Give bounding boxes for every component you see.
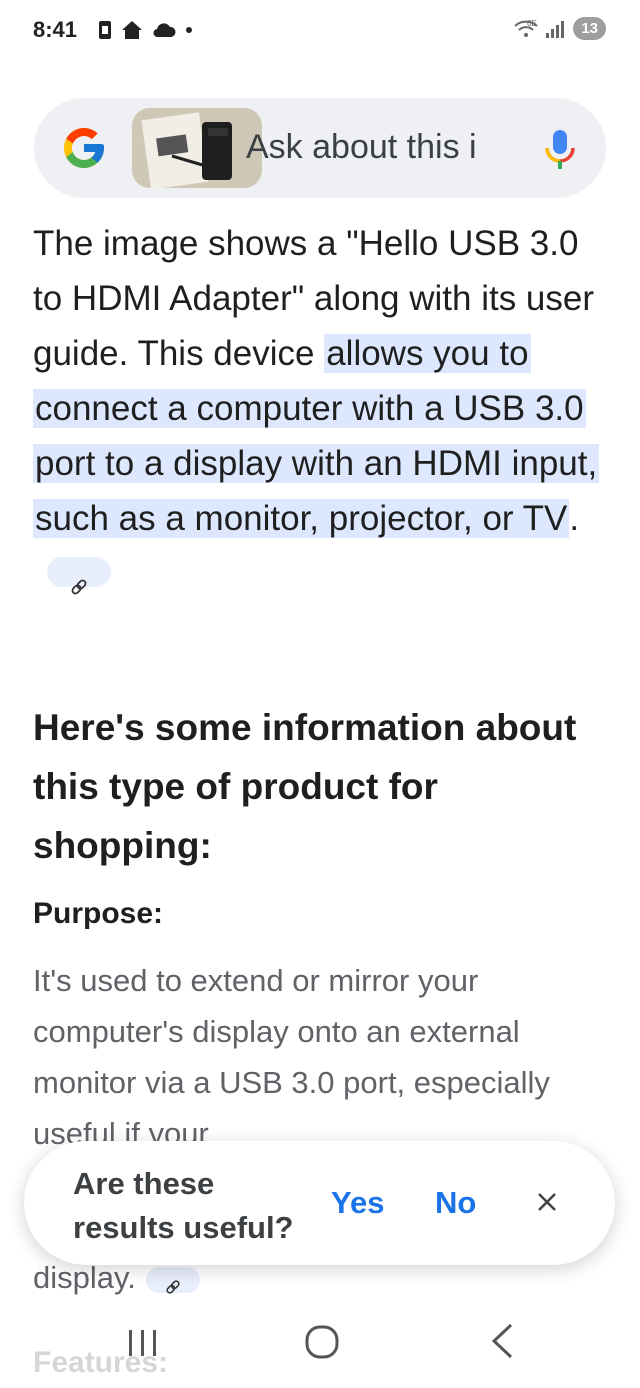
back-icon[interactable] — [489, 1322, 515, 1360]
query-image-thumbnail[interactable] — [132, 108, 262, 188]
feedback-card: Are these results useful? Yes No — [24, 1141, 615, 1265]
answer-block: The image shows a "Hello USB 3.0 to HDMI… — [33, 216, 608, 601]
no-button[interactable]: No — [435, 1185, 476, 1221]
source-link-chip[interactable] — [47, 556, 111, 595]
purpose-tail-text: display. — [33, 1260, 136, 1295]
notification-icons — [98, 20, 193, 40]
adapter-photo-icon — [132, 108, 262, 188]
system-nav-bar — [0, 1300, 640, 1388]
source-link-chip-2[interactable] — [145, 1266, 200, 1294]
close-icon[interactable] — [532, 1187, 562, 1217]
link-icon — [71, 579, 87, 595]
cloud-icon — [153, 23, 176, 38]
purpose-title: Purpose: — [33, 897, 164, 930]
status-bar: 8:41 6E 13 — [0, 0, 640, 62]
home-notification-icon — [122, 21, 142, 39]
wifi-icon: 6E — [514, 19, 538, 37]
mic-icon[interactable] — [542, 128, 578, 172]
sim-icon — [99, 21, 111, 39]
signal-icon — [546, 20, 565, 38]
answer-end: . — [569, 499, 580, 538]
notification-count-badge: 13 — [573, 17, 606, 40]
status-time: 8:41 — [33, 17, 78, 42]
screen: 8:41 6E 13 Ask about this i The image sh… — [0, 0, 640, 1388]
svg-text:6E: 6E — [527, 19, 537, 28]
dot-icon — [186, 27, 192, 33]
google-g-icon — [64, 128, 104, 168]
answer-paragraph: The image shows a "Hello USB 3.0 to HDMI… — [33, 216, 608, 601]
yes-button[interactable]: Yes — [331, 1185, 384, 1221]
search-bar[interactable]: Ask about this i — [34, 98, 606, 198]
purpose-tail: display. — [33, 1260, 200, 1296]
link-icon — [166, 1280, 180, 1294]
feedback-question: Are these results useful? — [73, 1166, 294, 1245]
section-heading: Here's some information about this type … — [33, 707, 577, 866]
purpose-text: It's used to extend or mirror your compu… — [33, 963, 550, 1145]
search-input[interactable]: Ask about this i — [246, 128, 508, 167]
recent-apps-icon[interactable] — [126, 1328, 160, 1358]
system-icons: 6E 13 — [513, 17, 606, 40]
home-icon[interactable] — [304, 1324, 340, 1360]
